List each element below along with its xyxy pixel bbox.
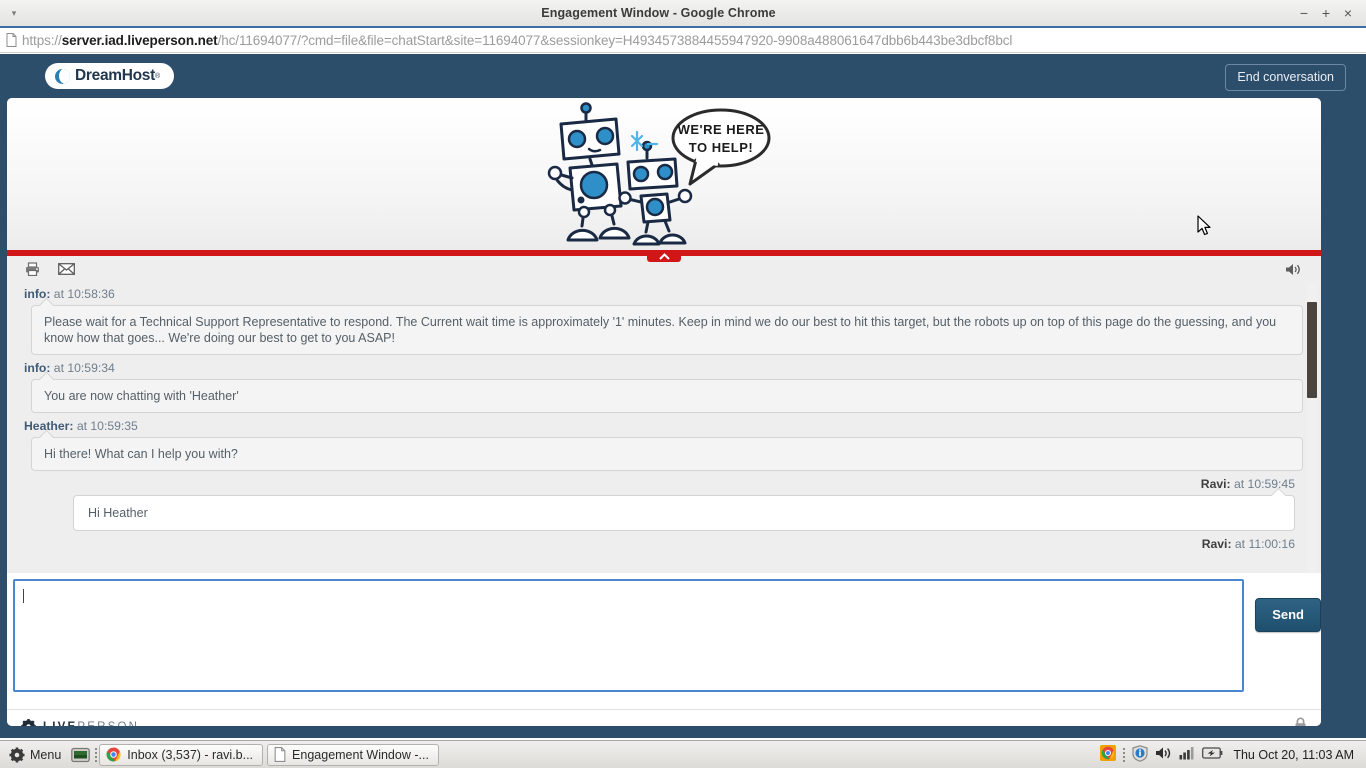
liveperson-logo: LIVEPERSON bbox=[21, 719, 139, 726]
message-sender: Ravi: bbox=[1201, 477, 1231, 491]
liveperson-person: PERSON bbox=[77, 721, 139, 727]
speech-bubble-line-1: WE'RE HERE bbox=[678, 122, 765, 137]
maximize-button[interactable]: + bbox=[1315, 6, 1337, 20]
hero-banner: WE'RE HERE TO HELP! bbox=[7, 98, 1321, 250]
url-host: server.iad.liveperson.net bbox=[62, 33, 218, 48]
url-text[interactable]: https://server.iad.liveperson.net/hc/116… bbox=[22, 33, 1012, 48]
engagement-window-page: DreamHost® End conversation bbox=[0, 54, 1366, 738]
transcript-scrollbar-thumb[interactable] bbox=[1307, 302, 1317, 398]
window-controls: − + × bbox=[1293, 6, 1366, 20]
message-time: at 10:59:35 bbox=[77, 419, 138, 433]
message-bubble: Hi Heather bbox=[73, 495, 1295, 531]
message-group: info: at 10:58:36 Please wait for a Tech… bbox=[19, 287, 1309, 355]
volume-icon[interactable] bbox=[1155, 746, 1172, 763]
message-group: Ravi: at 11:00:16 bbox=[19, 537, 1309, 551]
speech-bubble-line-2: TO HELP! bbox=[689, 140, 753, 155]
lock-icon bbox=[1294, 717, 1307, 727]
send-button[interactable]: Send bbox=[1255, 598, 1321, 632]
liveperson-live: LIVE bbox=[43, 721, 77, 727]
dreamhost-trademark: ® bbox=[155, 73, 160, 80]
tray-grip[interactable] bbox=[1123, 748, 1125, 762]
dreamhost-logo: DreamHost® bbox=[45, 63, 174, 89]
message-time: at 10:59:45 bbox=[1234, 477, 1295, 491]
message-group: Heather: at 10:59:35 Hi there! What can … bbox=[19, 419, 1309, 471]
window-menu-caret-icon[interactable]: ▾ bbox=[0, 9, 24, 18]
support-robots-illustration: WE'RE HERE TO HELP! bbox=[544, 102, 784, 250]
taskbar-window-inbox[interactable]: Inbox (3,537) - ravi.b... bbox=[99, 744, 263, 766]
message-input[interactable] bbox=[13, 579, 1244, 692]
message-group: info: at 10:59:34 You are now chatting w… bbox=[19, 361, 1309, 413]
system-tray: Thu Oct 20, 11:03 AM bbox=[1100, 745, 1362, 765]
taskbar-window-engagement[interactable]: Engagement Window -... bbox=[267, 744, 439, 766]
document-icon bbox=[0, 33, 22, 47]
gear-icon bbox=[9, 747, 25, 763]
message-bubble: You are now chatting with 'Heather' bbox=[31, 379, 1303, 413]
chrome-icon bbox=[106, 747, 121, 762]
tray-clock[interactable]: Thu Oct 20, 11:03 AM bbox=[1230, 748, 1354, 762]
chat-footer: LIVEPERSON bbox=[7, 709, 1321, 726]
signal-bars-icon[interactable] bbox=[1179, 746, 1195, 763]
speaker-icon[interactable] bbox=[1285, 263, 1301, 276]
close-button[interactable]: × bbox=[1337, 6, 1359, 20]
message-bubble: Please wait for a Technical Support Repr… bbox=[31, 305, 1303, 355]
url-path: /hc/11694077/?cmd=file&file=chatStart&si… bbox=[218, 33, 1013, 48]
message-meta: info: at 10:59:34 bbox=[24, 361, 1309, 375]
taskbar-window-label: Inbox (3,537) - ravi.b... bbox=[127, 748, 253, 762]
message-sender: Ravi: bbox=[1202, 537, 1232, 551]
message-time: at 10:59:34 bbox=[54, 361, 115, 375]
chat-card: WE'RE HERE TO HELP! bbox=[7, 98, 1321, 726]
document-icon bbox=[274, 747, 286, 762]
message-time: at 11:00:16 bbox=[1235, 537, 1295, 551]
liveperson-wordmark: LIVEPERSON bbox=[43, 721, 139, 727]
end-conversation-button[interactable]: End conversation bbox=[1225, 64, 1346, 91]
browser-url-bar[interactable]: https://server.iad.liveperson.net/hc/116… bbox=[0, 28, 1366, 53]
message-meta: Ravi: at 10:59:45 bbox=[24, 477, 1295, 491]
dreamhost-mark-icon bbox=[55, 69, 70, 84]
message-bubble: Hi there! What can I help you with? bbox=[31, 437, 1303, 471]
taskbar-window-label: Engagement Window -... bbox=[292, 748, 429, 762]
chevron-up-icon bbox=[659, 253, 670, 260]
text-caret bbox=[23, 589, 24, 603]
taskbar-grip[interactable] bbox=[95, 748, 97, 762]
system-taskbar: Menu Inbox (3,537) - ravi.b... Engagemen… bbox=[0, 740, 1366, 768]
show-desktop-icon[interactable] bbox=[66, 747, 95, 763]
message-time: at 10:58:36 bbox=[54, 287, 115, 301]
message-sender: Heather: bbox=[24, 419, 73, 433]
shield-info-icon[interactable] bbox=[1132, 745, 1148, 765]
collapse-banner-button[interactable] bbox=[647, 250, 681, 262]
chat-transcript[interactable]: info: at 10:58:36 Please wait for a Tech… bbox=[7, 282, 1321, 573]
composer: Send bbox=[7, 573, 1321, 709]
start-menu-label: Menu bbox=[30, 748, 61, 762]
print-icon[interactable] bbox=[25, 262, 40, 276]
minimize-button[interactable]: − bbox=[1293, 6, 1315, 20]
window-title-bar: ▾ Engagement Window - Google Chrome − + … bbox=[0, 0, 1366, 27]
dreamhost-logo-text: DreamHost bbox=[75, 67, 155, 85]
message-meta: Heather: at 10:59:35 bbox=[24, 419, 1309, 433]
mouse-cursor bbox=[1197, 215, 1212, 242]
email-icon[interactable] bbox=[58, 263, 75, 275]
window-title: Engagement Window - Google Chrome bbox=[24, 6, 1293, 20]
brand-bar: DreamHost® End conversation bbox=[0, 54, 1366, 98]
url-scheme: https:// bbox=[22, 33, 62, 48]
tray-chrome-icon[interactable] bbox=[1100, 745, 1116, 764]
message-group: Ravi: at 10:59:45 Hi Heather bbox=[19, 477, 1309, 531]
message-meta: Ravi: at 11:00:16 bbox=[24, 537, 1295, 551]
gear-icon bbox=[21, 719, 36, 726]
battery-icon[interactable] bbox=[1202, 746, 1223, 763]
message-meta: info: at 10:58:36 bbox=[24, 287, 1309, 301]
start-menu-button[interactable]: Menu bbox=[4, 747, 66, 763]
